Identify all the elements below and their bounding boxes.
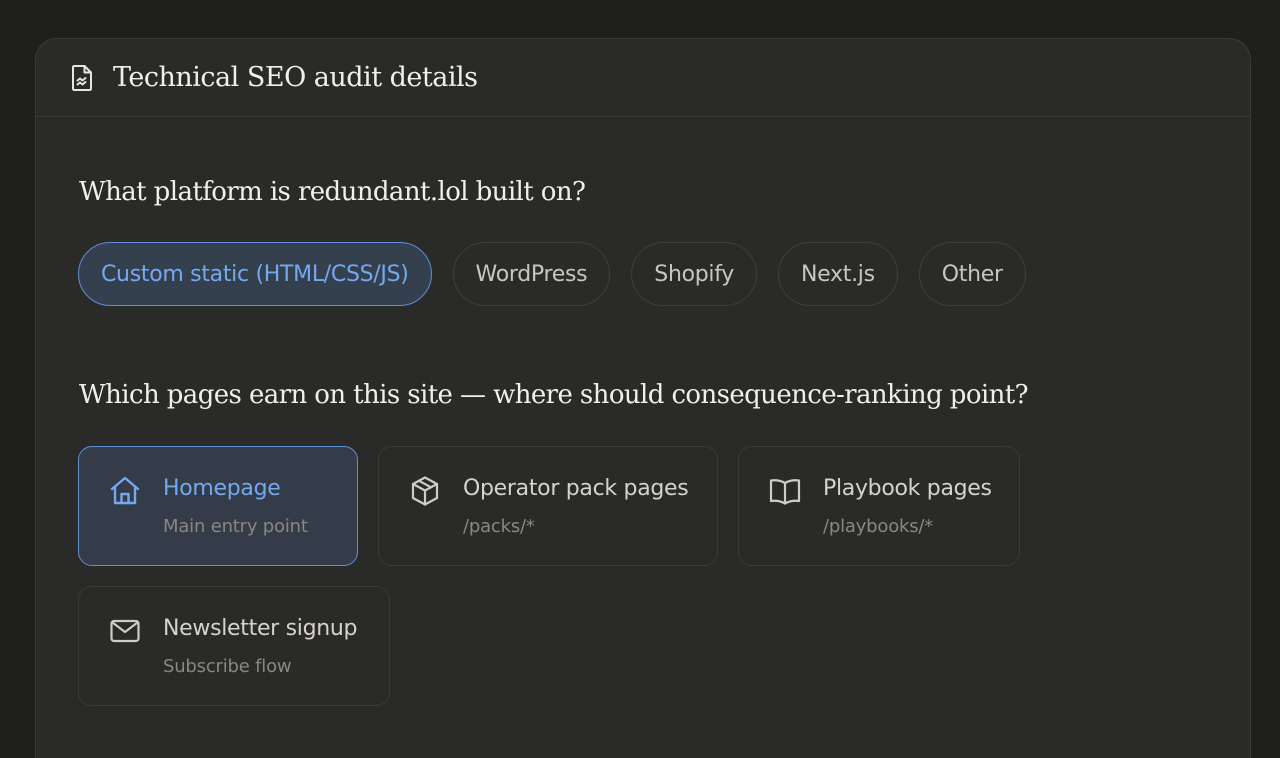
page-option-newsletter[interactable]: Newsletter signup Subscribe flow [78,586,390,706]
card-subtitle: /playbooks/* [823,516,934,537]
page-option-homepage[interactable]: Homepage Main entry point [78,446,358,566]
book-open-icon [768,474,802,508]
card-subtitle: /packs/* [463,516,535,537]
mail-icon [108,614,142,648]
platform-option-nextjs[interactable]: Next.js [778,242,898,306]
page-option-operator-packs[interactable]: Operator pack pages /packs/* [378,446,718,566]
page-option-playbooks[interactable]: Playbook pages /playbooks/* [738,446,1020,566]
audit-panel: Technical SEO audit details What platfor… [35,38,1251,758]
panel-title: Technical SEO audit details [113,62,478,93]
platform-question: What platform is redundant.lol built on? [79,177,586,207]
card-title: Homepage [163,476,281,501]
card-title: Newsletter signup [163,616,358,641]
platform-option-other[interactable]: Other [918,242,1026,306]
box-icon [408,474,442,508]
card-title: Playbook pages [823,476,992,501]
card-subtitle: Subscribe flow [163,656,292,677]
card-title: Operator pack pages [463,476,689,501]
home-icon [108,474,142,508]
platform-options: Custom static (HTML/CSS/JS) WordPress Sh… [78,242,1026,306]
platform-option-wordpress[interactable]: WordPress [452,242,611,306]
document-chart-icon [69,64,95,92]
pages-question: Which pages earn on this site — where sh… [79,380,1029,410]
card-subtitle: Main entry point [163,516,308,537]
panel-header: Technical SEO audit details [36,39,1250,117]
platform-option-custom-static[interactable]: Custom static (HTML/CSS/JS) [78,242,432,306]
platform-option-shopify[interactable]: Shopify [631,242,758,306]
